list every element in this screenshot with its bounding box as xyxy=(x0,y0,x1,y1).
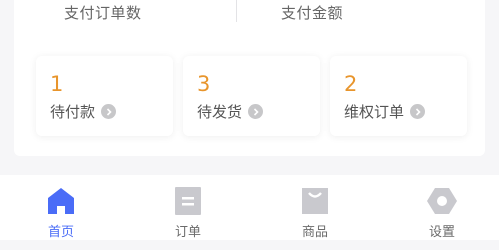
tile-pending-payment[interactable]: 1 待付款 xyxy=(36,56,173,136)
paid-amount-label: 支付金额 xyxy=(281,4,344,22)
settings-icon xyxy=(426,185,458,217)
tile-pending-shipment[interactable]: 3 待发货 xyxy=(183,56,320,136)
chevron-right-icon xyxy=(101,104,117,119)
stats-divider xyxy=(236,0,237,22)
tab-settings[interactable]: 设置 xyxy=(412,185,472,240)
chevron-right-icon xyxy=(410,104,426,119)
tile-after-sales[interactable]: 2 维权订单 xyxy=(330,56,467,136)
chevron-right-icon xyxy=(248,104,264,119)
tab-label: 订单 xyxy=(174,225,201,240)
bag-icon xyxy=(299,185,331,217)
tab-label: 设置 xyxy=(428,225,455,240)
tile-label-row: 待付款 xyxy=(50,101,117,122)
tile-label: 待发货 xyxy=(197,103,243,121)
stats-row: 支付订单数 支付金额 xyxy=(14,0,485,26)
tile-label: 待付款 xyxy=(50,103,96,121)
tile-count: 2 xyxy=(344,72,358,96)
tab-label: 商品 xyxy=(301,225,328,240)
tab-home[interactable]: 首页 xyxy=(31,185,91,240)
bottom-tab-bar: 首页 订单 商品 设置 xyxy=(0,175,499,240)
paid-order-count-label: 支付订单数 xyxy=(64,4,142,22)
tile-count: 3 xyxy=(197,72,211,96)
tab-products[interactable]: 商品 xyxy=(285,185,345,240)
tile-label: 维权订单 xyxy=(344,103,405,121)
order-icon xyxy=(172,185,204,217)
tile-label-row: 待发货 xyxy=(197,101,264,122)
home-icon xyxy=(45,185,77,217)
tab-label: 首页 xyxy=(47,225,74,240)
tile-count: 1 xyxy=(50,72,64,96)
tile-label-row: 维权订单 xyxy=(344,101,426,122)
bottom-safe-area xyxy=(0,240,499,250)
tab-orders[interactable]: 订单 xyxy=(158,185,218,240)
dashboard-card: 支付订单数 支付金额 1 待付款 3 待发货 2 维权订单 xyxy=(14,0,485,156)
